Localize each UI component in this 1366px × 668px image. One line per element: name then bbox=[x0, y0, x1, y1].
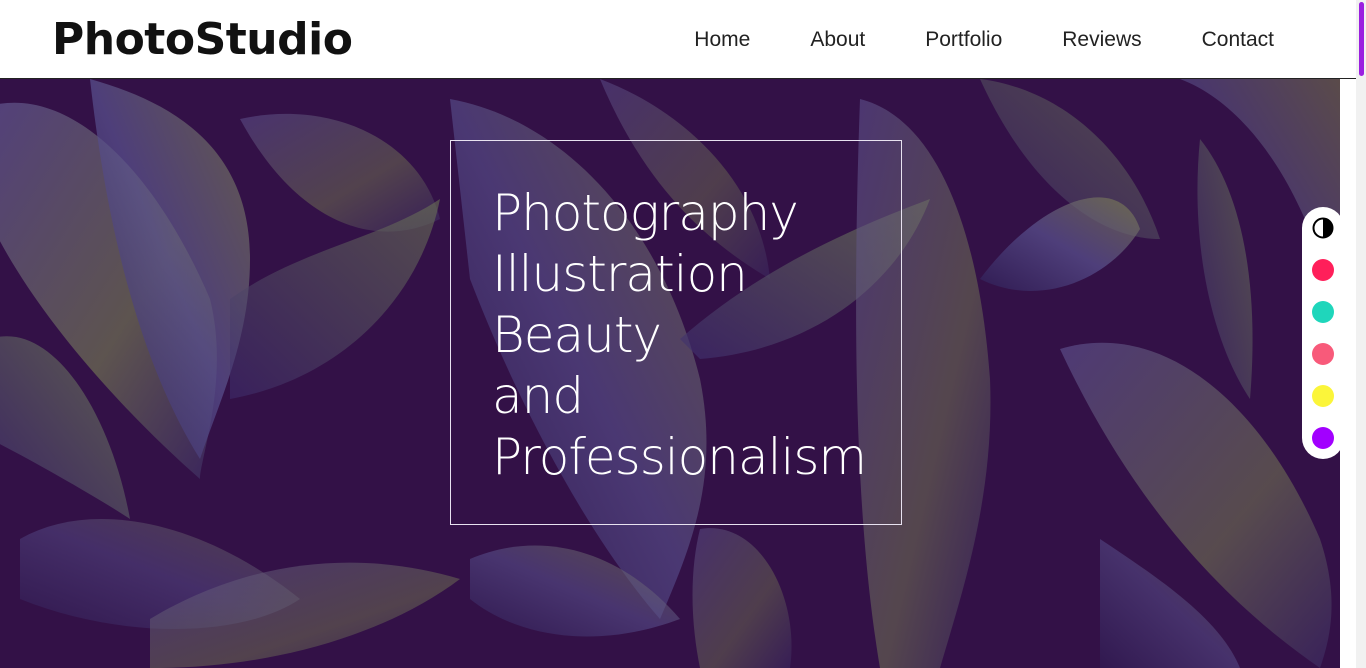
logo[interactable]: PhotoStudio bbox=[52, 12, 353, 68]
theme-color-purple[interactable] bbox=[1312, 427, 1334, 449]
page: Photography Illustration Beauty and Prof… bbox=[0, 0, 1366, 668]
theme-color-switcher bbox=[1302, 207, 1344, 459]
scrollbar-thumb[interactable] bbox=[1359, 2, 1364, 76]
nav-about[interactable]: About bbox=[810, 26, 865, 54]
theme-color-teal[interactable] bbox=[1312, 301, 1334, 323]
main-nav: Home About Portfolio Reviews Contact bbox=[634, 26, 1274, 54]
hero-frame: Photography Illustration Beauty and Prof… bbox=[450, 140, 902, 525]
hero-line: Illustration bbox=[492, 245, 748, 303]
nav-contact[interactable]: Contact bbox=[1202, 26, 1274, 54]
theme-color-yellow[interactable] bbox=[1312, 385, 1334, 407]
hero-line: Photography bbox=[492, 184, 799, 242]
hero-line: and bbox=[492, 367, 584, 425]
contrast-icon[interactable] bbox=[1312, 217, 1334, 239]
hero-line: Professionalism bbox=[492, 428, 867, 486]
hero-headline: Photography Illustration Beauty and Prof… bbox=[492, 183, 867, 488]
hero-section: Photography Illustration Beauty and Prof… bbox=[0, 79, 1340, 668]
theme-color-pink[interactable] bbox=[1312, 343, 1334, 365]
nav-portfolio[interactable]: Portfolio bbox=[925, 26, 1002, 54]
nav-reviews[interactable]: Reviews bbox=[1062, 26, 1141, 54]
scrollbar[interactable] bbox=[1356, 0, 1366, 668]
hero-line: Beauty bbox=[492, 306, 662, 364]
site-header: PhotoStudio Home About Portfolio Reviews… bbox=[0, 0, 1356, 79]
theme-color-red[interactable] bbox=[1312, 259, 1334, 281]
nav-home[interactable]: Home bbox=[694, 26, 750, 54]
